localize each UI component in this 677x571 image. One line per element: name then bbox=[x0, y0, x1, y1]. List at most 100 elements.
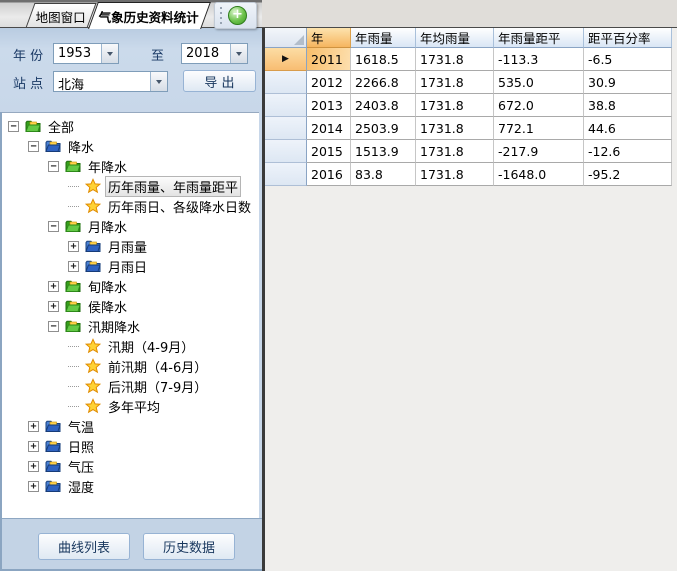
table-cell[interactable]: 2011 bbox=[307, 48, 351, 71]
tree-item[interactable]: −全部 bbox=[2, 116, 259, 136]
tree-item-label[interactable]: 旬降水 bbox=[85, 276, 130, 297]
history-data-button[interactable]: 历史数据 bbox=[143, 533, 235, 560]
column-header[interactable]: 年 bbox=[307, 28, 351, 48]
tree-item-label[interactable]: 前汛期（4-6月） bbox=[105, 356, 210, 377]
table-cell[interactable]: 44.6 bbox=[584, 117, 672, 140]
tree-item-label[interactable]: 历年雨日、各级降水日数 bbox=[105, 196, 254, 217]
expand-icon[interactable]: + bbox=[28, 441, 39, 452]
table-cell[interactable]: 1731.8 bbox=[416, 163, 494, 186]
row-selector[interactable] bbox=[265, 94, 307, 117]
table-cell[interactable]: 2013 bbox=[307, 94, 351, 117]
table-cell[interactable]: -113.3 bbox=[494, 48, 584, 71]
station-combo[interactable]: 北海 bbox=[53, 71, 168, 92]
tree-item-label[interactable]: 月雨量 bbox=[105, 236, 150, 257]
select-all-corner[interactable] bbox=[265, 28, 307, 48]
tree-item[interactable]: + 气压 bbox=[2, 456, 259, 476]
expand-icon[interactable]: + bbox=[28, 421, 39, 432]
table-row[interactable]: 201683.81731.8-1648.0-95.2 bbox=[265, 163, 672, 186]
tree-item[interactable]: 历年雨量、年雨量距平 bbox=[2, 176, 259, 196]
table-cell[interactable]: 2012 bbox=[307, 71, 351, 94]
tree-item[interactable]: 汛期（4-9月） bbox=[2, 336, 259, 356]
tree-item[interactable]: − 降水 bbox=[2, 136, 259, 156]
table-cell[interactable]: -1648.0 bbox=[494, 163, 584, 186]
table-cell[interactable]: 1731.8 bbox=[416, 140, 494, 163]
table-cell[interactable]: 1731.8 bbox=[416, 71, 494, 94]
table-cell[interactable]: 30.9 bbox=[584, 71, 672, 94]
table-cell[interactable]: 2403.8 bbox=[351, 94, 416, 117]
table-row[interactable]: 20142503.91731.8772.144.6 bbox=[265, 117, 672, 140]
tree-item[interactable]: + 湿度 bbox=[2, 476, 259, 496]
table-row[interactable]: 20132403.81731.8672.038.8 bbox=[265, 94, 672, 117]
collapse-icon[interactable]: − bbox=[48, 321, 59, 332]
expand-icon[interactable]: + bbox=[28, 461, 39, 472]
row-selector[interactable] bbox=[265, 163, 307, 186]
table-row[interactable]: 20122266.81731.8535.030.9 bbox=[265, 71, 672, 94]
tree-item-label[interactable]: 历年雨量、年雨量距平 bbox=[105, 176, 241, 197]
tree-item-label[interactable]: 降水 bbox=[65, 136, 97, 157]
expand-icon[interactable]: + bbox=[28, 481, 39, 492]
table-cell[interactable]: -6.5 bbox=[584, 48, 672, 71]
table-cell[interactable]: 672.0 bbox=[494, 94, 584, 117]
tree-item-label[interactable]: 月降水 bbox=[85, 216, 130, 237]
table-cell[interactable]: -12.6 bbox=[584, 140, 672, 163]
row-selector[interactable] bbox=[265, 117, 307, 140]
year-from-dropdown-button[interactable] bbox=[101, 44, 118, 63]
table-cell[interactable]: 2016 bbox=[307, 163, 351, 186]
tree-item-label[interactable]: 气温 bbox=[65, 416, 97, 437]
tree-item[interactable]: − 年降水 bbox=[2, 156, 259, 176]
tree-item-label[interactable]: 侯降水 bbox=[85, 296, 130, 317]
add-tab-button[interactable]: + bbox=[228, 6, 247, 25]
tree-item-label[interactable]: 日照 bbox=[65, 436, 97, 457]
table-row[interactable]: 20151513.91731.8-217.9-12.6 bbox=[265, 140, 672, 163]
table-cell[interactable]: 1731.8 bbox=[416, 48, 494, 71]
tree-item[interactable]: +月雨日 bbox=[2, 256, 259, 276]
expand-icon[interactable]: + bbox=[48, 281, 59, 292]
tree-item[interactable]: + 月雨量 bbox=[2, 236, 259, 256]
tree-item-label[interactable]: 湿度 bbox=[65, 476, 97, 497]
collapse-icon[interactable]: − bbox=[48, 161, 59, 172]
table-cell[interactable]: -95.2 bbox=[584, 163, 672, 186]
tree-item-label[interactable]: 后汛期（7-9月） bbox=[105, 376, 210, 397]
tree-item[interactable]: − 汛期降水 bbox=[2, 316, 259, 336]
tree-item-label[interactable]: 气压 bbox=[65, 456, 97, 477]
tab-weather-history-stats[interactable]: 气象历史资料统计 bbox=[88, 2, 211, 29]
tree-item-label[interactable]: 月雨日 bbox=[105, 256, 150, 277]
year-to-combo[interactable]: 2018 bbox=[181, 43, 248, 64]
table-cell[interactable]: 2266.8 bbox=[351, 71, 416, 94]
tree-item-label[interactable]: 全部 bbox=[45, 116, 77, 137]
table-cell[interactable]: 1618.5 bbox=[351, 48, 416, 71]
row-selector[interactable] bbox=[265, 140, 307, 163]
tree-item[interactable]: 多年平均 bbox=[2, 396, 259, 416]
row-selector[interactable]: ▶ bbox=[265, 48, 307, 71]
tree-item-label[interactable]: 汛期（4-9月） bbox=[105, 336, 197, 357]
column-header[interactable]: 年雨量 bbox=[351, 28, 416, 48]
tree-item[interactable]: 后汛期（7-9月） bbox=[2, 376, 259, 396]
tree-item-label[interactable]: 多年平均 bbox=[105, 396, 163, 417]
table-cell[interactable]: 535.0 bbox=[494, 71, 584, 94]
table-cell[interactable]: 38.8 bbox=[584, 94, 672, 117]
column-header[interactable]: 年均雨量 bbox=[416, 28, 494, 48]
tree-item[interactable]: + 气温 bbox=[2, 416, 259, 436]
tree-item-label[interactable]: 年降水 bbox=[85, 156, 130, 177]
tree-item[interactable]: − 月降水 bbox=[2, 216, 259, 236]
table-cell[interactable]: 1513.9 bbox=[351, 140, 416, 163]
table-cell[interactable]: 1731.8 bbox=[416, 117, 494, 140]
tree-item[interactable]: 历年雨日、各级降水日数 bbox=[2, 196, 259, 216]
row-selector[interactable] bbox=[265, 71, 307, 94]
collapse-icon[interactable]: − bbox=[48, 221, 59, 232]
station-dropdown-button[interactable] bbox=[150, 72, 167, 91]
expand-icon[interactable]: + bbox=[68, 241, 79, 252]
table-cell[interactable]: 2015 bbox=[307, 140, 351, 163]
tree-item[interactable]: + 日照 bbox=[2, 436, 259, 456]
table-cell[interactable]: -217.9 bbox=[494, 140, 584, 163]
tree-item[interactable]: +侯降水 bbox=[2, 296, 259, 316]
tree-item[interactable]: + 旬降水 bbox=[2, 276, 259, 296]
export-button[interactable]: 导 出 bbox=[183, 70, 256, 92]
curve-list-button[interactable]: 曲线列表 bbox=[38, 533, 130, 560]
table-cell[interactable]: 1731.8 bbox=[416, 94, 494, 117]
collapse-icon[interactable]: − bbox=[28, 141, 39, 152]
table-cell[interactable]: 772.1 bbox=[494, 117, 584, 140]
tree-item[interactable]: 前汛期（4-6月） bbox=[2, 356, 259, 376]
table-cell[interactable]: 2503.9 bbox=[351, 117, 416, 140]
tree-item-label[interactable]: 汛期降水 bbox=[85, 316, 143, 337]
